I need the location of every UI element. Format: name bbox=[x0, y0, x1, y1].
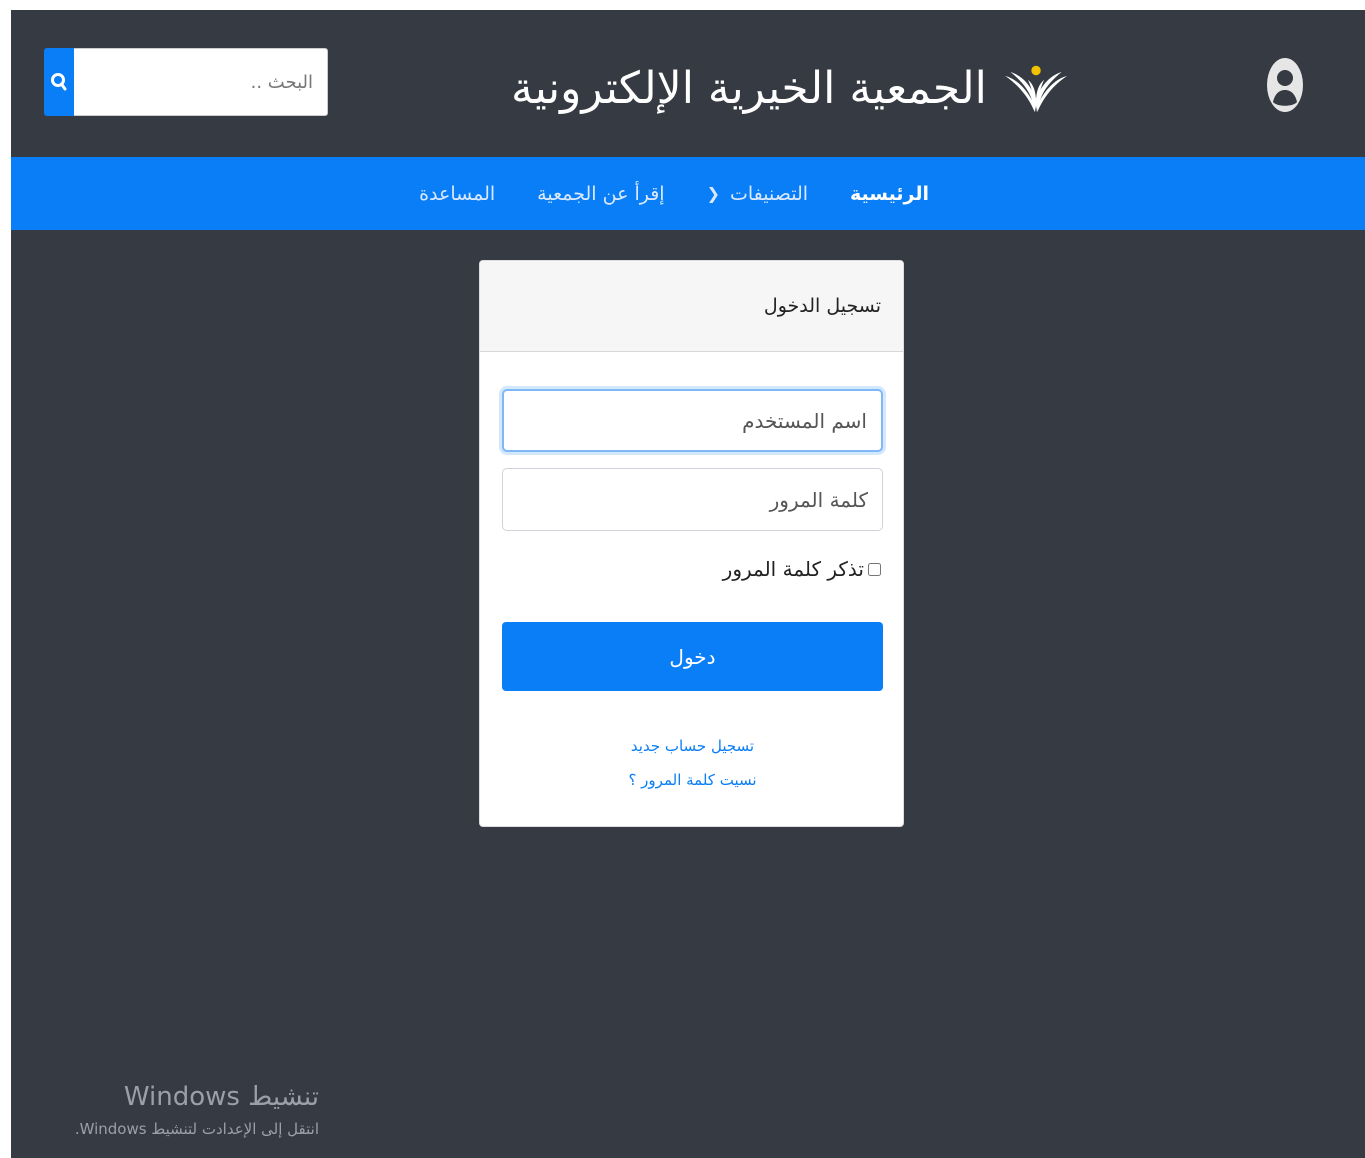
watermark-subtitle: انتقل إلى الإعدادت لتنشيط Windows. bbox=[74, 1120, 319, 1138]
nav-item-home[interactable]: الرئيسية bbox=[850, 183, 929, 205]
forgot-password-link[interactable]: نسيت كلمة المرور ؟ bbox=[480, 763, 905, 797]
register-link[interactable]: تسجيل حساب جديد bbox=[480, 729, 905, 763]
nav-item-label: التصنيفات bbox=[729, 182, 809, 205]
login-card: تسجيل الدخول تذكر كلمة المرور دخول تسجيل… bbox=[479, 260, 904, 827]
search-icon bbox=[51, 73, 67, 91]
chevron-left-icon: ❮ bbox=[706, 184, 720, 203]
password-field[interactable] bbox=[502, 468, 883, 531]
site-title: الجمعية الخيرية الإلكترونية bbox=[511, 62, 987, 114]
nav-item-help[interactable]: المساعدة bbox=[419, 183, 495, 205]
login-title: تسجيل الدخول bbox=[763, 295, 881, 317]
nav-item-categories[interactable]: التصنيفات ❮ bbox=[707, 183, 808, 205]
username-field[interactable] bbox=[502, 389, 883, 452]
auth-links: تسجيل حساب جديد نسيت كلمة المرور ؟ bbox=[480, 729, 905, 797]
main-nav: الرئيسية التصنيفات ❮ إقرأ عن الجمعية الم… bbox=[11, 157, 1365, 230]
windows-activation-watermark: تنشيط Windows انتقل إلى الإعدادت لتنشيط … bbox=[51, 1078, 319, 1142]
remember-label: تذكر كلمة المرور bbox=[722, 557, 864, 581]
watermark-title: تنشيط Windows bbox=[123, 1082, 319, 1112]
search-input[interactable] bbox=[74, 48, 328, 116]
nav-item-about[interactable]: إقرأ عن الجمعية bbox=[537, 183, 664, 205]
nav-item-label: الرئيسية bbox=[850, 182, 929, 205]
app-window: الجمعية الخيرية الإلكترونية الرئيسية الت… bbox=[11, 10, 1365, 1158]
login-card-header: تسجيل الدخول bbox=[480, 261, 903, 352]
site-header: الجمعية الخيرية الإلكترونية bbox=[11, 10, 1365, 157]
remember-checkbox[interactable] bbox=[868, 562, 881, 576]
site-brand[interactable]: الجمعية الخيرية الإلكترونية bbox=[511, 48, 1071, 128]
search-button[interactable] bbox=[44, 48, 74, 116]
nav-item-label: المساعدة bbox=[419, 182, 496, 205]
nav-item-label: إقرأ عن الجمعية bbox=[537, 182, 665, 205]
search-box bbox=[44, 48, 328, 116]
user-avatar-icon[interactable] bbox=[1266, 56, 1304, 114]
remember-me[interactable]: تذكر كلمة المرور bbox=[723, 557, 881, 581]
login-button[interactable]: دخول bbox=[502, 622, 883, 691]
wheat-person-logo-icon bbox=[1004, 65, 1067, 113]
